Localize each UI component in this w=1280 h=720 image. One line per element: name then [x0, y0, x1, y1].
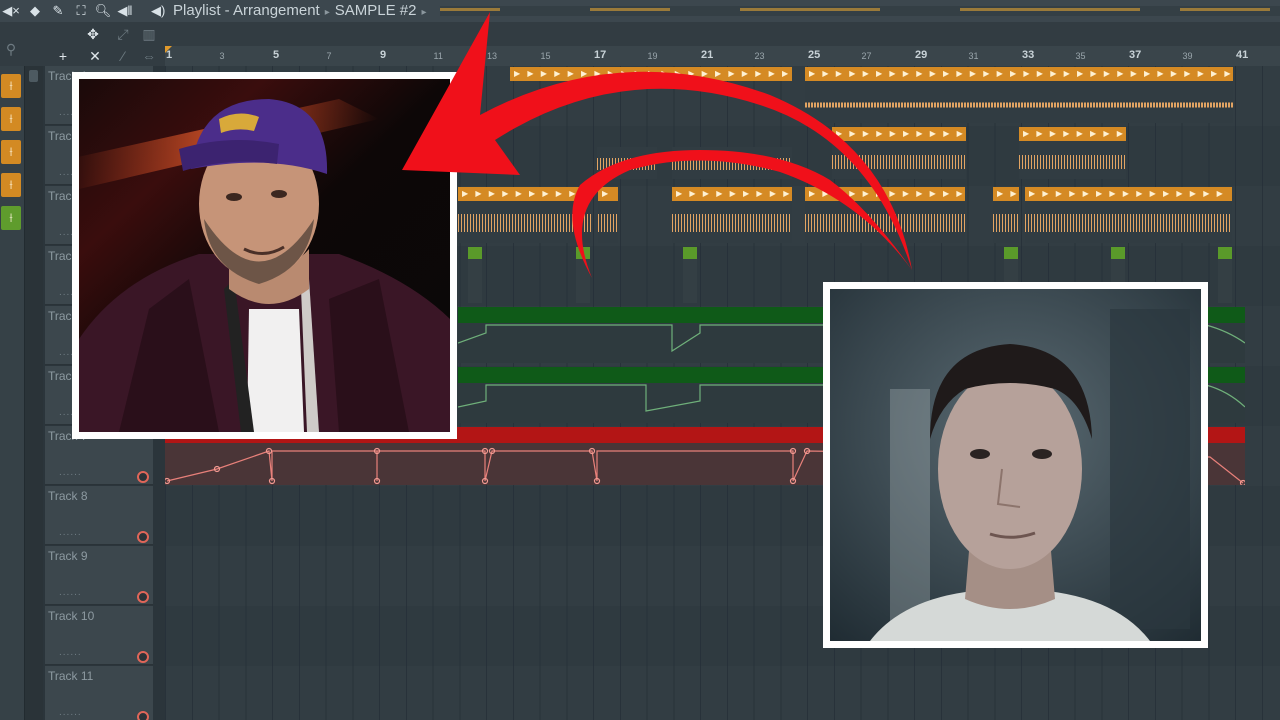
red-curved-arrow — [402, 12, 912, 278]
arrow-body — [402, 12, 912, 270]
fl-studio-playlist-window: ◀× ◆ ✎ ⛶ 🔍︎ ◀‖ ◀) Playlist - Arrangement… — [0, 0, 1280, 720]
